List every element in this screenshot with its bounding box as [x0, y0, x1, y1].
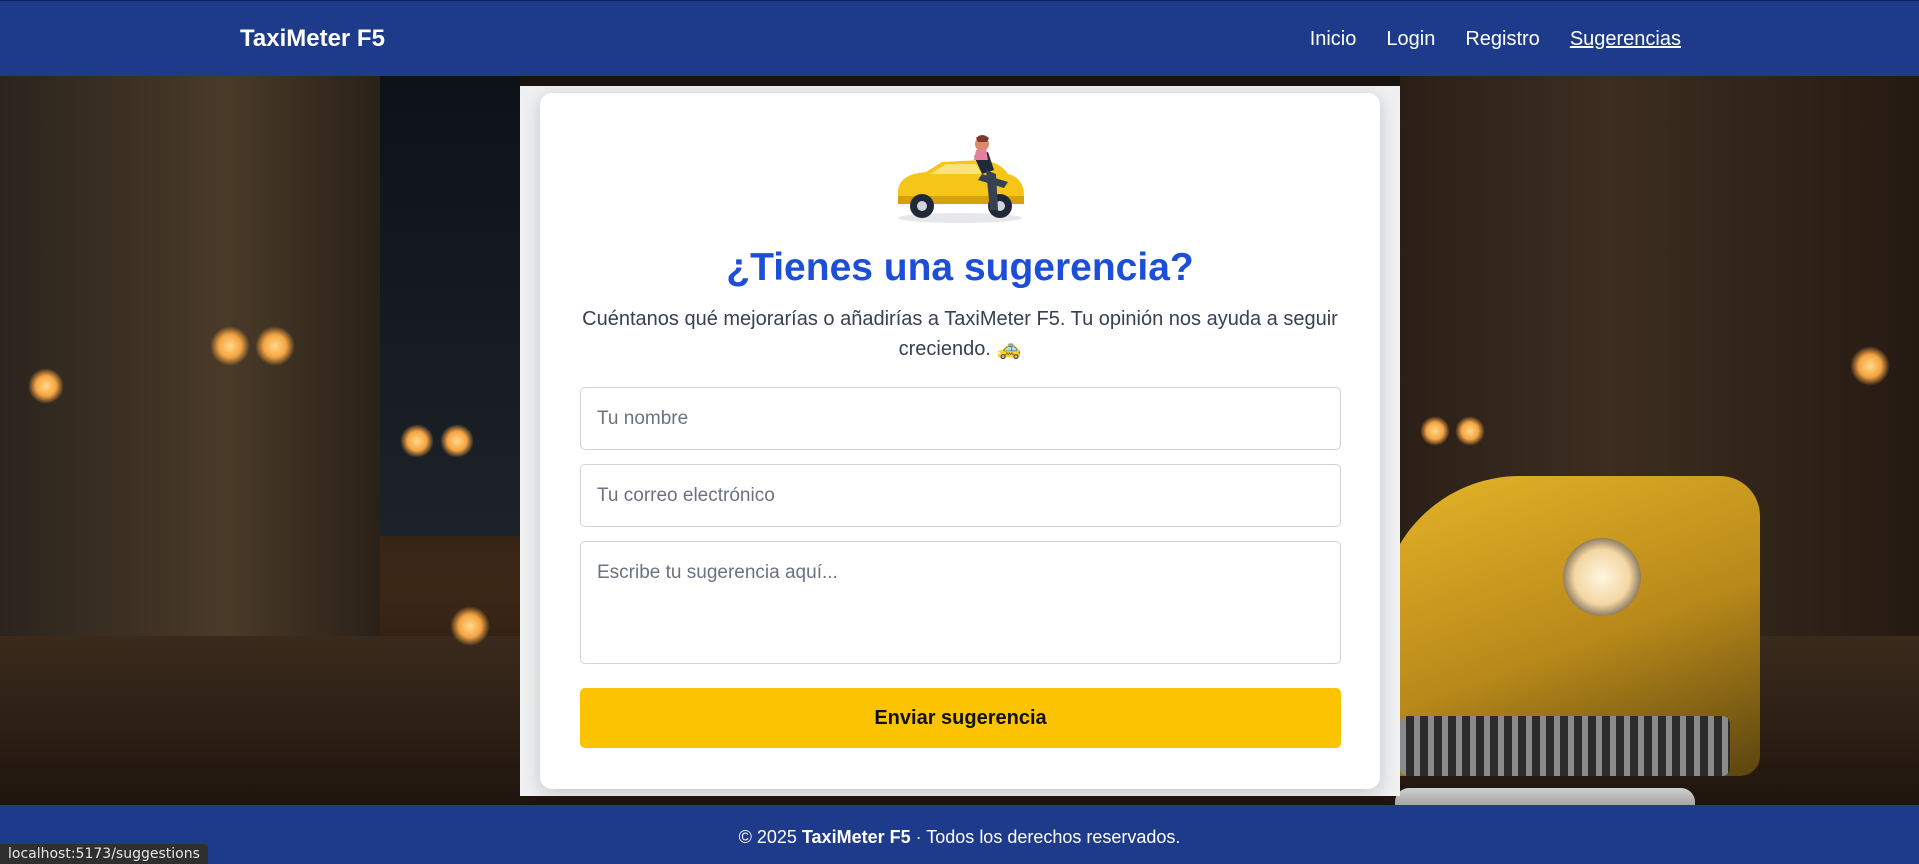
background-building-dark	[380, 76, 520, 536]
footer-year: © 2025	[738, 827, 797, 847]
street-light	[1455, 416, 1485, 446]
submit-suggestion-button[interactable]: Enviar sugerencia	[580, 688, 1341, 748]
page-title: ¿Tienes una sugerencia?	[726, 246, 1194, 289]
nav-link-inicio[interactable]: Inicio	[1310, 28, 1357, 51]
browser-status-url: localhost:5173/suggestions	[0, 844, 208, 864]
footer: © 2025 TaxiMeter F5 · Todos los derechos…	[0, 805, 1919, 864]
taxi-headlamp	[1563, 538, 1641, 616]
person-on-car-illustration	[898, 135, 1024, 223]
navbar: TaxiMeter F5 Inicio Login Registro Suger…	[0, 0, 1919, 76]
brand-logo[interactable]: TaxiMeter F5	[240, 25, 385, 53]
page-subtitle: Cuéntanos qué mejorarías o añadirías a T…	[582, 308, 1338, 360]
nav-link-registro[interactable]: Registro	[1465, 28, 1539, 51]
nav-link-login[interactable]: Login	[1386, 28, 1435, 51]
footer-copyright: © 2025 TaxiMeter F5 · Todos los derechos…	[0, 827, 1919, 848]
background-building-left	[0, 76, 380, 636]
street-light	[210, 326, 250, 366]
car-headlight	[450, 606, 490, 646]
nav-links: Inicio Login Registro Sugerencias	[1310, 28, 1681, 51]
street-light	[400, 424, 434, 458]
suggestion-textarea[interactable]	[580, 541, 1341, 664]
street-light	[28, 368, 64, 404]
nav-link-sugerencias[interactable]: Sugerencias	[1570, 28, 1681, 51]
street-light	[1850, 346, 1890, 386]
taxi-bumper	[1395, 788, 1695, 805]
footer-brand: TaxiMeter F5	[801, 827, 911, 847]
name-input[interactable]	[580, 387, 1341, 450]
taxi-grill	[1400, 716, 1730, 776]
street-light	[1420, 416, 1450, 446]
street-light	[255, 326, 295, 366]
footer-rights: · Todos los derechos reservados.	[915, 827, 1181, 847]
street-light	[440, 424, 474, 458]
email-input[interactable]	[580, 464, 1341, 527]
